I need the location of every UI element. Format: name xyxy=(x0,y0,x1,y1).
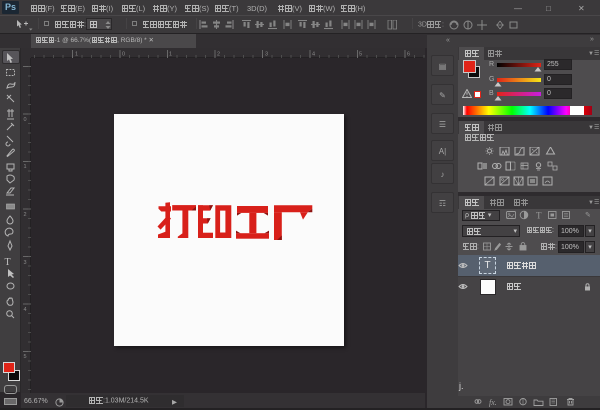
svg-text:2: 2 xyxy=(217,52,220,58)
svg-text:fx.: fx. xyxy=(489,398,497,407)
svg-text:0: 0 xyxy=(122,52,125,58)
svg-text:4: 4 xyxy=(24,307,27,313)
svg-text:0: 0 xyxy=(24,117,27,123)
svg-text:1: 1 xyxy=(75,52,78,58)
svg-text:2: 2 xyxy=(24,212,27,218)
svg-text:6: 6 xyxy=(407,52,410,58)
svg-text:T: T xyxy=(5,257,11,268)
svg-text:5: 5 xyxy=(359,52,362,58)
svg-text:3: 3 xyxy=(265,52,268,58)
svg-text:5: 5 xyxy=(24,354,27,360)
svg-text:4: 4 xyxy=(312,52,315,58)
svg-text:1: 1 xyxy=(169,52,172,58)
svg-text:T: T xyxy=(536,211,542,221)
svg-text:1: 1 xyxy=(24,164,27,170)
svg-text:3: 3 xyxy=(24,260,27,266)
